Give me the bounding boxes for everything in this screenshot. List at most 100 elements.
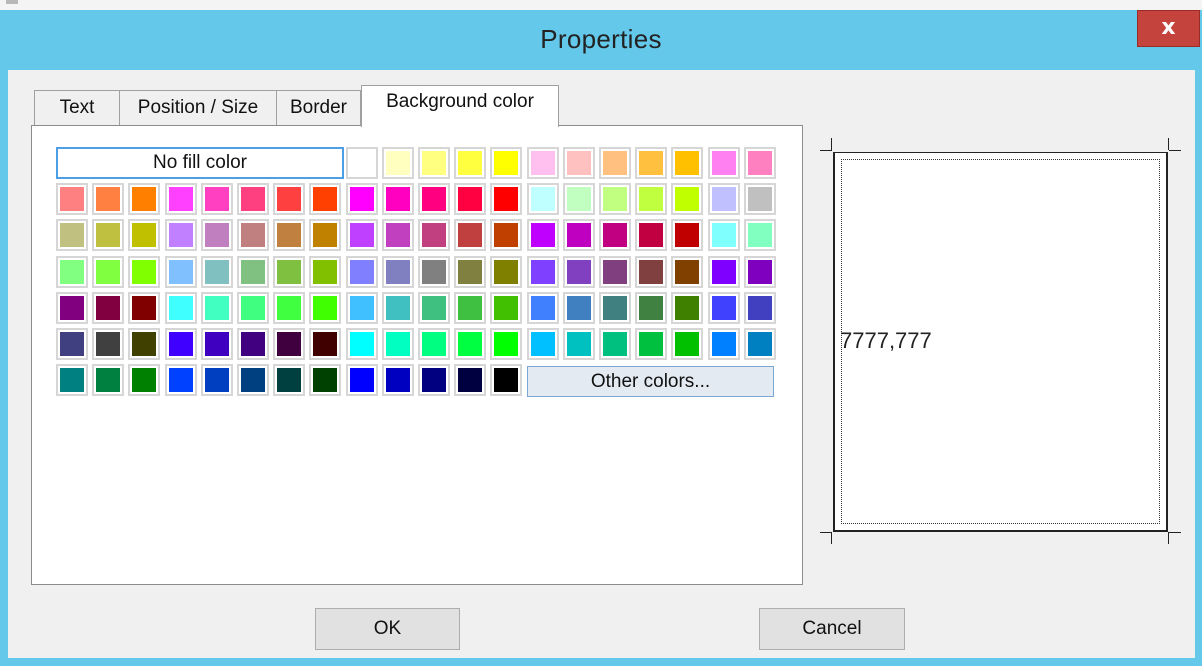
- color-swatch[interactable]: [418, 147, 450, 179]
- color-swatch[interactable]: [490, 183, 522, 215]
- color-swatch[interactable]: [273, 183, 305, 215]
- color-swatch[interactable]: [237, 256, 269, 288]
- color-swatch[interactable]: [490, 328, 522, 360]
- color-swatch[interactable]: [744, 183, 776, 215]
- color-swatch[interactable]: [346, 147, 378, 179]
- color-swatch[interactable]: [490, 147, 522, 179]
- color-swatch[interactable]: [744, 147, 776, 179]
- color-swatch[interactable]: [346, 328, 378, 360]
- color-swatch[interactable]: [273, 328, 305, 360]
- color-swatch[interactable]: [309, 183, 341, 215]
- color-swatch[interactable]: [201, 183, 233, 215]
- no-fill-color-button[interactable]: No fill color: [56, 147, 344, 179]
- color-swatch[interactable]: [563, 292, 595, 324]
- color-swatch[interactable]: [165, 328, 197, 360]
- color-swatch[interactable]: [237, 183, 269, 215]
- color-swatch[interactable]: [418, 183, 450, 215]
- color-swatch[interactable]: [635, 147, 667, 179]
- color-swatch[interactable]: [563, 147, 595, 179]
- color-swatch[interactable]: [309, 219, 341, 251]
- color-swatch[interactable]: [92, 219, 124, 251]
- color-swatch[interactable]: [382, 219, 414, 251]
- color-swatch[interactable]: [56, 292, 88, 324]
- color-swatch[interactable]: [454, 328, 486, 360]
- color-swatch[interactable]: [744, 292, 776, 324]
- color-swatch[interactable]: [599, 256, 631, 288]
- tab-text[interactable]: Text: [34, 90, 120, 126]
- color-swatch[interactable]: [599, 183, 631, 215]
- color-swatch[interactable]: [527, 183, 559, 215]
- color-swatch[interactable]: [635, 256, 667, 288]
- color-swatch[interactable]: [92, 328, 124, 360]
- color-swatch[interactable]: [201, 328, 233, 360]
- tab-position-size[interactable]: Position / Size: [119, 90, 277, 126]
- color-swatch[interactable]: [527, 256, 559, 288]
- ok-button[interactable]: OK: [315, 608, 460, 650]
- color-swatch[interactable]: [165, 183, 197, 215]
- color-swatch[interactable]: [708, 256, 740, 288]
- color-swatch[interactable]: [671, 328, 703, 360]
- tab-border[interactable]: Border: [276, 90, 361, 126]
- color-swatch[interactable]: [346, 364, 378, 396]
- color-swatch[interactable]: [418, 364, 450, 396]
- color-swatch[interactable]: [490, 219, 522, 251]
- color-swatch[interactable]: [382, 364, 414, 396]
- color-swatch[interactable]: [454, 364, 486, 396]
- color-swatch[interactable]: [744, 219, 776, 251]
- color-swatch[interactable]: [309, 292, 341, 324]
- color-swatch[interactable]: [418, 256, 450, 288]
- color-swatch[interactable]: [346, 292, 378, 324]
- color-swatch[interactable]: [201, 256, 233, 288]
- color-swatch[interactable]: [128, 219, 160, 251]
- color-swatch[interactable]: [382, 292, 414, 324]
- color-swatch[interactable]: [56, 219, 88, 251]
- color-swatch[interactable]: [635, 292, 667, 324]
- color-swatch[interactable]: [56, 328, 88, 360]
- color-swatch[interactable]: [237, 364, 269, 396]
- color-swatch[interactable]: [346, 256, 378, 288]
- color-swatch[interactable]: [165, 292, 197, 324]
- color-swatch[interactable]: [237, 219, 269, 251]
- color-swatch[interactable]: [527, 328, 559, 360]
- color-swatch[interactable]: [165, 219, 197, 251]
- other-colors-button[interactable]: Other colors...: [527, 366, 774, 397]
- color-swatch[interactable]: [128, 328, 160, 360]
- color-swatch[interactable]: [744, 328, 776, 360]
- color-swatch[interactable]: [454, 292, 486, 324]
- color-swatch[interactable]: [309, 328, 341, 360]
- color-swatch[interactable]: [165, 256, 197, 288]
- color-swatch[interactable]: [635, 328, 667, 360]
- color-swatch[interactable]: [237, 292, 269, 324]
- color-swatch[interactable]: [418, 292, 450, 324]
- color-swatch[interactable]: [527, 219, 559, 251]
- cancel-button[interactable]: Cancel: [759, 608, 905, 650]
- color-swatch[interactable]: [56, 183, 88, 215]
- color-swatch[interactable]: [599, 147, 631, 179]
- color-swatch[interactable]: [382, 147, 414, 179]
- color-swatch[interactable]: [671, 256, 703, 288]
- color-swatch[interactable]: [92, 292, 124, 324]
- color-swatch[interactable]: [671, 219, 703, 251]
- color-swatch[interactable]: [671, 292, 703, 324]
- color-swatch[interactable]: [128, 292, 160, 324]
- color-swatch[interactable]: [201, 364, 233, 396]
- color-swatch[interactable]: [128, 364, 160, 396]
- color-swatch[interactable]: [454, 219, 486, 251]
- color-swatch[interactable]: [635, 219, 667, 251]
- color-swatch[interactable]: [563, 256, 595, 288]
- color-swatch[interactable]: [346, 219, 378, 251]
- color-swatch[interactable]: [418, 219, 450, 251]
- color-swatch[interactable]: [635, 183, 667, 215]
- color-swatch[interactable]: [671, 183, 703, 215]
- color-swatch[interactable]: [418, 328, 450, 360]
- color-swatch[interactable]: [671, 147, 703, 179]
- color-swatch[interactable]: [382, 183, 414, 215]
- color-swatch[interactable]: [744, 256, 776, 288]
- color-swatch[interactable]: [237, 328, 269, 360]
- tab-background-color[interactable]: Background color: [361, 85, 559, 127]
- color-swatch[interactable]: [708, 219, 740, 251]
- color-swatch[interactable]: [56, 364, 88, 396]
- color-swatch[interactable]: [382, 328, 414, 360]
- color-swatch[interactable]: [563, 183, 595, 215]
- color-swatch[interactable]: [527, 292, 559, 324]
